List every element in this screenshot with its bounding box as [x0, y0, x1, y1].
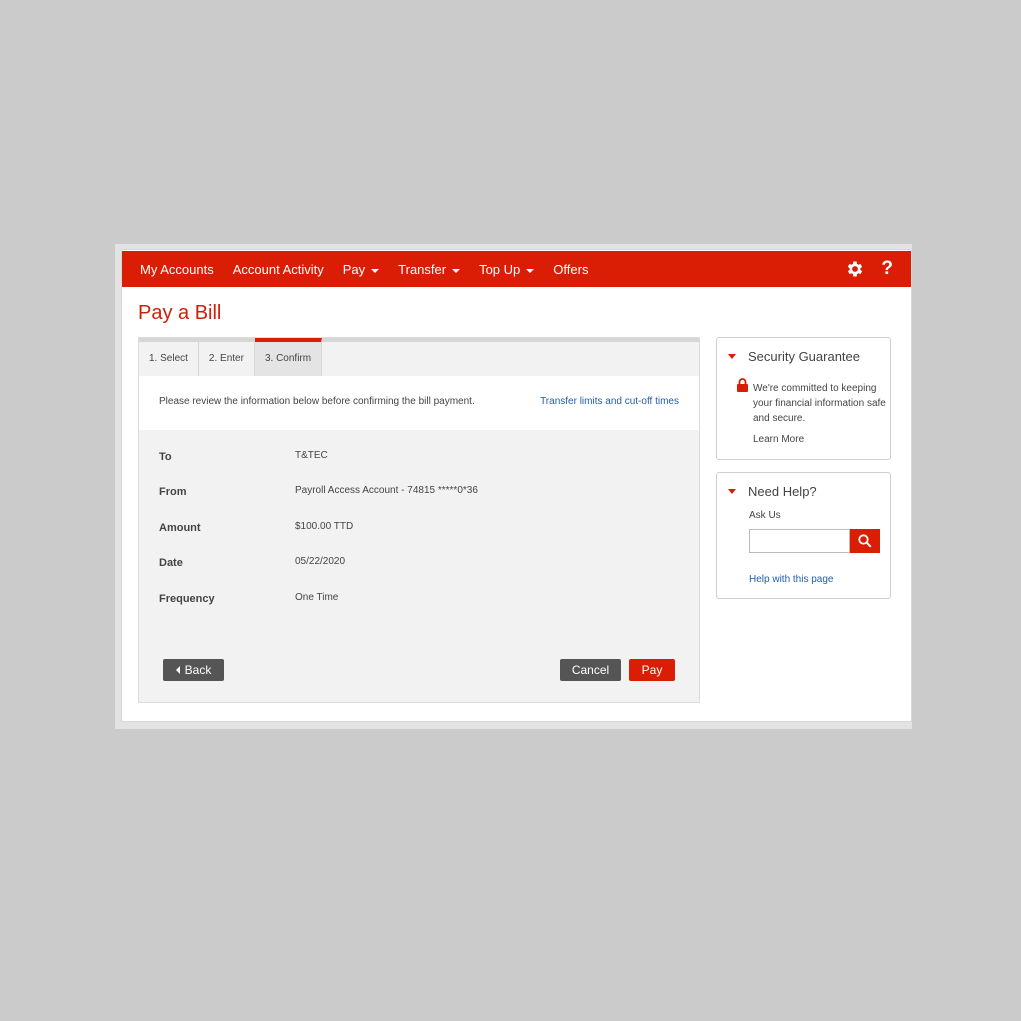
- nav-label: My Accounts: [140, 261, 214, 277]
- chevron-down-icon: [526, 269, 535, 273]
- detail-label: From: [159, 486, 187, 498]
- pay-button-label: Pay: [641, 663, 663, 677]
- confirm-panel: 1. Select 2. Enter 3. Confirm Please rev…: [138, 337, 700, 703]
- detail-label: Date: [159, 557, 183, 569]
- nav-label: Offers: [553, 261, 589, 277]
- ask-us-input[interactable]: [749, 529, 850, 553]
- nav-pay[interactable]: Pay: [342, 261, 380, 277]
- need-help-title: Need Help?: [748, 484, 817, 499]
- caret-down-icon: [728, 354, 736, 359]
- ask-us-label: Ask Us: [749, 510, 781, 521]
- ask-us-search-button[interactable]: [850, 529, 880, 553]
- review-notice: Please review the information below befo…: [139, 376, 699, 430]
- gear-icon[interactable]: [845, 259, 865, 279]
- nav-label: Pay: [342, 261, 366, 277]
- security-guarantee-box: Security Guarantee We're committed to ke…: [716, 337, 891, 460]
- lock-icon: [737, 378, 748, 392]
- nav-label: Top Up: [479, 261, 521, 277]
- nav-top-up[interactable]: Top Up: [479, 261, 535, 277]
- chevron-down-icon: [371, 269, 380, 273]
- security-guarantee-header[interactable]: Security Guarantee: [728, 349, 860, 364]
- need-help-box: Need Help? Ask Us Help with this page: [716, 472, 891, 599]
- tab-select[interactable]: 1. Select: [139, 342, 199, 376]
- nav-transfer[interactable]: Transfer: [398, 261, 461, 277]
- nav-offers[interactable]: Offers: [553, 262, 588, 277]
- nav-label: Account Activity: [232, 261, 324, 277]
- transfer-limits-link[interactable]: Transfer limits and cut-off times: [540, 396, 679, 407]
- top-navigation-bar: My Accounts Account Activity Pay Transfe…: [122, 251, 911, 287]
- learn-more-link[interactable]: Learn More: [753, 434, 804, 445]
- nav-utilities: ?: [845, 258, 911, 280]
- chevron-down-icon: [452, 269, 461, 273]
- review-notice-text: Please review the information below befo…: [159, 396, 475, 407]
- back-button-label: Back: [184, 663, 212, 677]
- detail-value: One Time: [295, 592, 339, 603]
- step-tabs: 1. Select 2. Enter 3. Confirm: [139, 338, 699, 376]
- detail-label: To: [159, 451, 172, 463]
- back-button[interactable]: Back: [163, 659, 224, 681]
- page-title: Pay a Bill: [138, 302, 222, 324]
- detail-value: 05/22/2020: [295, 556, 346, 567]
- cancel-button-label: Cancel: [571, 663, 610, 677]
- detail-value: $100.00 TTD: [295, 521, 354, 532]
- need-help-header[interactable]: Need Help?: [728, 484, 817, 499]
- tab-enter[interactable]: 2. Enter: [198, 342, 255, 376]
- search-icon: [858, 534, 872, 548]
- detail-value: Payroll Access Account - 74815 *****0*36: [295, 485, 478, 496]
- security-guarantee-text: We're committed to keeping your financia…: [753, 383, 886, 424]
- cancel-button[interactable]: Cancel: [560, 659, 621, 681]
- caret-down-icon: [728, 489, 736, 494]
- detail-label: Frequency: [159, 593, 215, 605]
- nav-account-activity[interactable]: Account Activity: [233, 262, 324, 277]
- nav-label: Transfer: [398, 261, 447, 277]
- chevron-left-icon: [175, 666, 180, 674]
- help-with-page-link[interactable]: Help with this page: [749, 574, 834, 585]
- detail-label: Amount: [159, 522, 201, 534]
- nav-my-accounts[interactable]: My Accounts: [140, 262, 214, 277]
- help-question-icon[interactable]: ?: [881, 258, 893, 280]
- security-guarantee-title: Security Guarantee: [748, 349, 861, 364]
- pay-button[interactable]: Pay: [629, 659, 675, 681]
- detail-value: T&TEC: [295, 450, 328, 461]
- tab-confirm[interactable]: 3. Confirm: [254, 338, 323, 376]
